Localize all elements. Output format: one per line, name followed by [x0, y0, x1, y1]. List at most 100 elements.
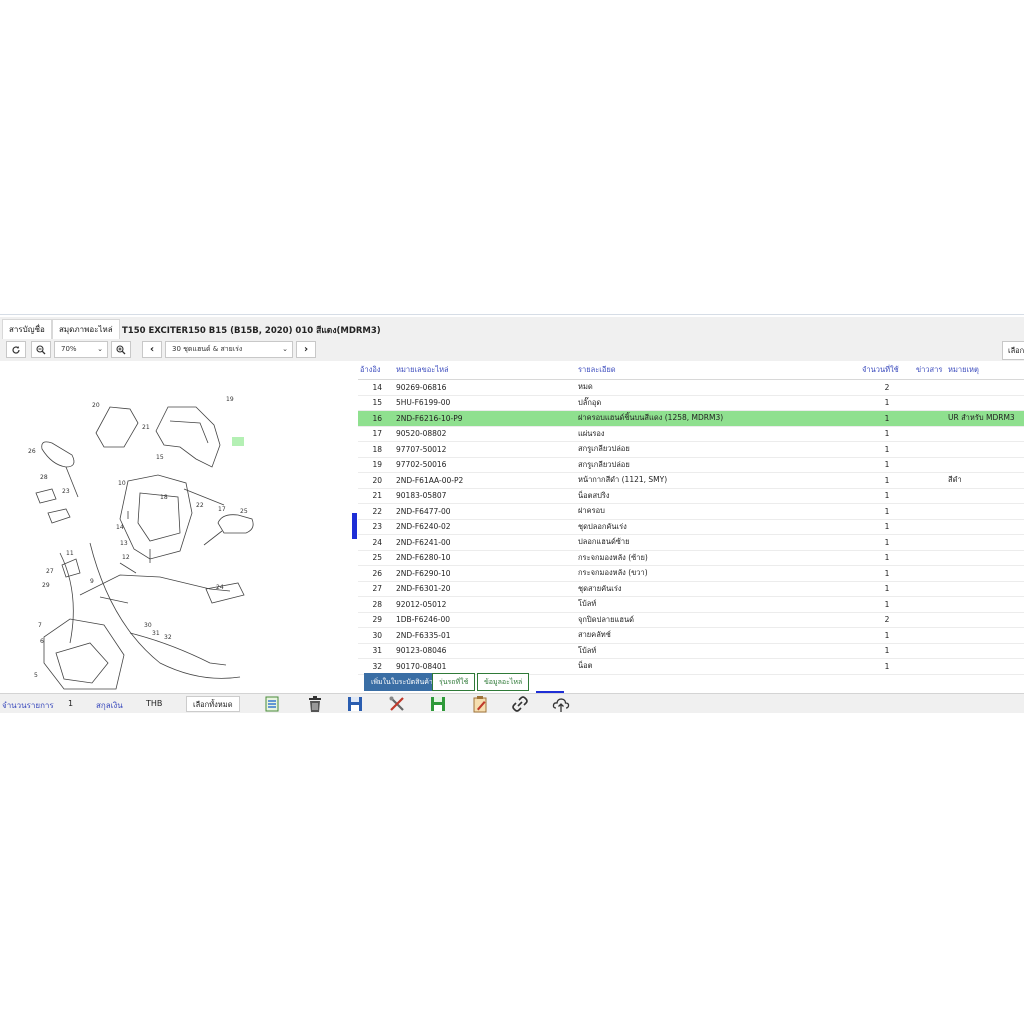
quantity-cell: 1	[860, 426, 914, 442]
quantity-cell: 1	[860, 565, 914, 582]
description-cell: หมด	[576, 379, 860, 396]
tab-bar: สารบัญชื่อ สมุดภาพอะไหล่ T150 EXCITER150…	[0, 317, 1024, 339]
table-row[interactable]: 31 90123-08046 โบ้ลท์ 1	[358, 643, 1024, 659]
add-to-cart-button[interactable]: เพิ่มในใบระบัตสินค้า	[364, 673, 440, 691]
callout-label[interactable]: 31	[152, 630, 160, 637]
save-green-icon[interactable]	[429, 695, 447, 713]
callout-label[interactable]: 19	[226, 396, 234, 403]
part-info-button[interactable]: ข้อมูลอะไหล่	[477, 673, 530, 691]
table-row[interactable]: 23 2ND-F6240-02 ชุดปลอกคันเร่ง 1	[358, 519, 1024, 535]
table-row[interactable]: 27 2ND-F6301-20 ชุดสายคันเร่ง 1	[358, 581, 1024, 597]
table-row[interactable]: 14 90269-06816 หมด 2	[358, 379, 1024, 396]
list-icon[interactable]	[263, 695, 281, 713]
chevron-right-icon: ›	[303, 344, 309, 355]
ref-cell: 25	[358, 550, 390, 566]
callout-label[interactable]: 32	[164, 634, 172, 641]
tab-contents[interactable]: สารบัญชื่อ	[2, 319, 52, 339]
callout-label[interactable]: 18	[160, 494, 168, 501]
link-icon[interactable]	[511, 695, 529, 713]
callout-label[interactable]: 13	[120, 540, 128, 547]
header-quantity[interactable]: จำนวนที่ใช้	[860, 361, 914, 380]
callout-label[interactable]: 14	[116, 524, 124, 531]
callout-label[interactable]: 7	[38, 622, 42, 629]
table-row[interactable]: 17 90520-08802 แผ่นรอง 1	[358, 426, 1024, 442]
callout-label[interactable]: 17	[218, 506, 226, 513]
part-number-cell: 2ND-F6335-01	[390, 627, 576, 644]
table-row[interactable]: 19 97702-50016 สกรูเกลียวปล่อย 1	[358, 457, 1024, 473]
header-ref[interactable]: อ้างอิง	[358, 361, 390, 380]
remarks-cell	[946, 550, 1024, 566]
trash-icon[interactable]	[306, 695, 324, 713]
remarks-cell	[946, 581, 1024, 597]
ref-cell: 15	[358, 395, 390, 411]
ref-cell: 29	[358, 612, 390, 628]
description-cell: โบ้ลท์	[576, 596, 860, 613]
callout-label[interactable]: 21	[142, 424, 150, 431]
callout-label[interactable]: 30	[144, 622, 152, 629]
callout-label[interactable]: 20	[92, 402, 100, 409]
callout-label[interactable]: 23	[62, 488, 70, 495]
table-row[interactable]: 24 2ND-F6241-00 ปลอกแฮนด์ซ้าย 1	[358, 534, 1024, 551]
quantity-cell: 1	[860, 410, 914, 427]
callout-label[interactable]: 12	[122, 554, 130, 561]
table-row[interactable]: 15 5HU-F6199-00 ปลั๊กอุด 1	[358, 395, 1024, 411]
zoom-out-button[interactable]	[31, 341, 51, 358]
save-icon[interactable]	[346, 695, 364, 713]
section-select[interactable]: 30 ชุดแฮนด์ & สายเร่ง ⌄	[165, 341, 293, 358]
zoom-select[interactable]: 70% ⌄	[54, 341, 108, 358]
prev-section-button[interactable]: ‹	[142, 341, 162, 358]
table-row[interactable]: 28 92012-05012 โบ้ลท์ 1	[358, 596, 1024, 613]
callout-label[interactable]: 6	[40, 638, 44, 645]
models-button[interactable]: รุ่นรถที่ใช้	[432, 673, 476, 691]
tab-parts-book[interactable]: สมุดภาพอะไหล่	[52, 319, 120, 339]
table-row[interactable]: 29 1DB-F6246-00 จุกปิดปลายแฮนด์ 2	[358, 612, 1024, 628]
select-button[interactable]: เลือก	[1002, 341, 1024, 360]
table-row[interactable]: 16 2ND-F6216-10-P9 ฝาครอบแฮนด์ชิ้นบนสีแดง …	[358, 410, 1024, 427]
zoom-in-button[interactable]	[111, 341, 131, 358]
table-row[interactable]: 26 2ND-F6290-10 กระจกมองหลัง (ขวา) 1	[358, 565, 1024, 582]
header-remarks[interactable]: หมายเหตุ	[946, 361, 1024, 380]
refresh-button[interactable]	[6, 341, 26, 358]
select-all-button[interactable]: เลือกทั้งหมด	[186, 696, 240, 712]
header-part-number[interactable]: หมายเลขอะไหล่	[390, 361, 576, 380]
callout-label[interactable]: 29	[42, 582, 50, 589]
count-label: จำนวนรายการ	[2, 701, 54, 710]
callout-label[interactable]: 24	[216, 584, 224, 591]
table-row[interactable]: 21 90183-05807 น็อตสปริง 1	[358, 488, 1024, 504]
description-cell: ปลอกแฮนด์ซ้าย	[576, 534, 860, 551]
center-housing-shape	[119, 474, 193, 560]
callout-label[interactable]: 27	[46, 568, 54, 575]
next-section-button[interactable]: ›	[296, 341, 316, 358]
ref-cell: 27	[358, 581, 390, 597]
description-cell: โบ้ลท์	[576, 643, 860, 659]
callout-label[interactable]: 25	[240, 508, 248, 515]
callout-label[interactable]: 10	[118, 480, 126, 487]
part-number-cell: 90123-08046	[390, 643, 576, 659]
zoom-out-icon	[36, 344, 46, 354]
callout-label[interactable]: 15	[156, 454, 164, 461]
table-row[interactable]: 30 2ND-F6335-01 สายคลัทช์ 1	[358, 627, 1024, 644]
description-cell: หน้ากากสีดำ (1121, SMY)	[576, 472, 860, 489]
edit-clipboard-icon[interactable]	[471, 695, 489, 713]
callout-label[interactable]: 28	[40, 474, 48, 481]
news-cell	[914, 519, 946, 535]
parts-diagram[interactable]: 2021191626282315182210171413121125272924…	[0, 363, 352, 693]
table-row[interactable]: 20 2ND-F61AA-00-P2 หน้ากากสีดำ (1121, SMY)…	[358, 472, 1024, 489]
table-row[interactable]: 22 2ND-F6477-00 ฝาครอบ 1	[358, 503, 1024, 520]
callout-label[interactable]: 22	[196, 502, 204, 509]
table-row[interactable]: 32 90170-08401 น็อต 1	[358, 658, 1024, 675]
header-description[interactable]: รายละเอียด	[576, 361, 860, 380]
tools-icon[interactable]	[388, 695, 406, 713]
currency-value: THB	[146, 699, 163, 708]
callout-label[interactable]: 26	[28, 448, 36, 455]
callout-label[interactable]: 5	[34, 672, 38, 679]
upload-cloud-icon[interactable]	[552, 695, 570, 713]
header-news[interactable]: ข่าวสาร	[914, 361, 946, 380]
quantity-cell: 1	[860, 457, 914, 473]
section-value: 30 ชุดแฮนด์ & สายเร่ง	[172, 345, 243, 353]
part-number-cell: 5HU-F6199-00	[390, 395, 576, 411]
callout-label[interactable]: 11	[66, 550, 74, 557]
table-row[interactable]: 25 2ND-F6280-10 กระจกมองหลัง (ซ้าย) 1	[358, 550, 1024, 566]
callout-label[interactable]: 9	[90, 578, 94, 585]
table-row[interactable]: 18 97707-50012 สกรูเกลียวปล่อย 1	[358, 441, 1024, 458]
